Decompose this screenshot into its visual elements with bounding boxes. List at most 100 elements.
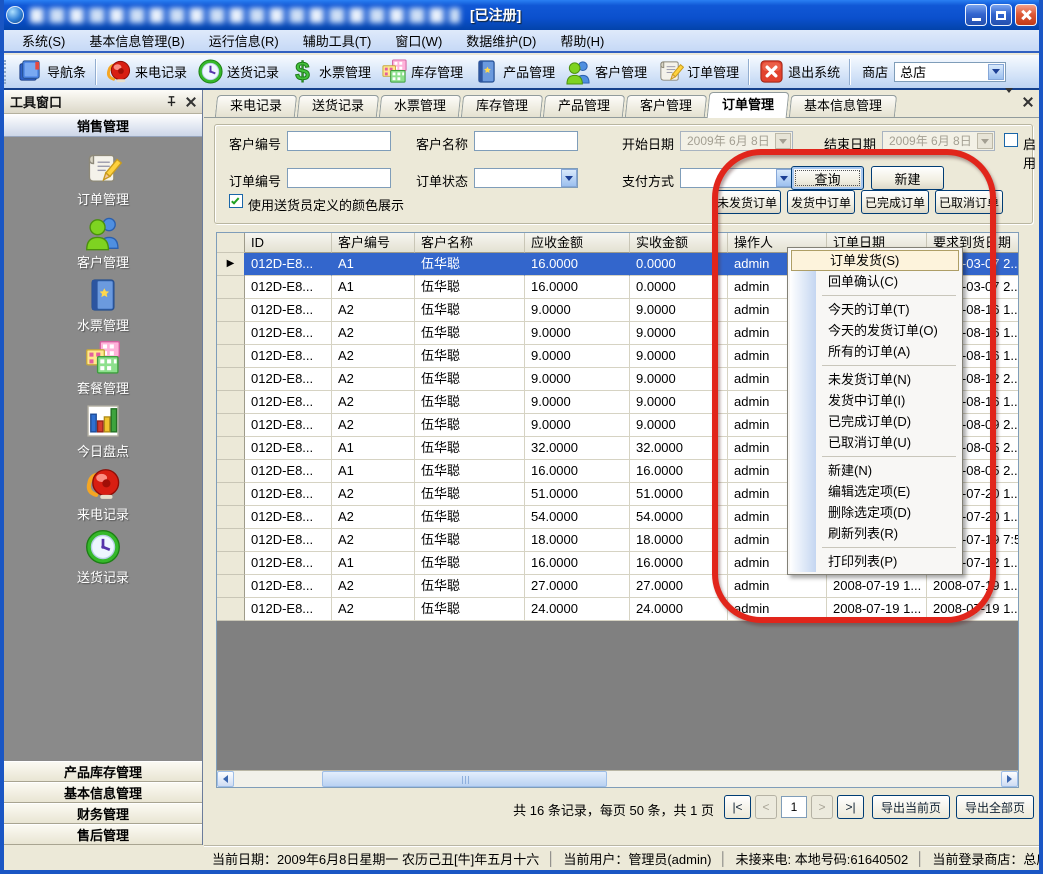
row-selector-cell[interactable] bbox=[217, 483, 245, 506]
context-menu-item[interactable]: 订单发货(S) bbox=[791, 250, 959, 271]
row-selector-cell[interactable] bbox=[217, 276, 245, 299]
tab-item[interactable]: 产品管理 bbox=[543, 95, 625, 117]
row-selector-cell[interactable] bbox=[217, 575, 245, 598]
scrollbar-thumb[interactable] bbox=[322, 771, 607, 787]
context-menu-item[interactable]: 发货中订单(I) bbox=[790, 390, 960, 411]
row-selector-cell[interactable] bbox=[217, 529, 245, 552]
sidebar-section-bar[interactable]: 基本信息管理 bbox=[4, 782, 202, 803]
end-date-dropdown-icon[interactable] bbox=[977, 133, 993, 149]
table-row[interactable]: 012D-E8...A2伍华聪27.000027.0000admin2008-0… bbox=[217, 575, 1018, 598]
row-selector-cell[interactable] bbox=[217, 368, 245, 391]
toolbar-button[interactable]: 退出系统 bbox=[753, 56, 845, 87]
menu-item[interactable]: 窗口(W) bbox=[383, 29, 454, 52]
row-selector-cell[interactable] bbox=[217, 460, 245, 483]
query-button[interactable]: 查询 bbox=[791, 166, 864, 190]
column-header[interactable]: ID bbox=[245, 233, 332, 253]
end-date-picker[interactable]: 2009年 6月 8日 bbox=[882, 131, 995, 151]
toolbar-button[interactable]: 客户管理 bbox=[560, 56, 652, 87]
row-selector-cell[interactable] bbox=[217, 299, 245, 322]
row-selector-cell[interactable] bbox=[217, 322, 245, 345]
column-header[interactable]: 客户名称 bbox=[415, 233, 525, 253]
payment-dropdown-icon[interactable] bbox=[776, 169, 792, 187]
toolbar-button[interactable]: 订单管理 bbox=[652, 56, 744, 87]
tab-item[interactable]: 基本信息管理 bbox=[789, 95, 897, 117]
context-menu-item[interactable]: 回单确认(C) bbox=[790, 271, 960, 292]
close-button[interactable] bbox=[1015, 4, 1037, 26]
scroll-right-button[interactable] bbox=[1001, 771, 1018, 787]
toolbar-button[interactable]: 送货记录 bbox=[192, 56, 284, 87]
toolbar-button[interactable]: 产品管理 bbox=[468, 56, 560, 87]
sidebar-item[interactable]: 送货记录 bbox=[28, 525, 178, 588]
first-page-button[interactable]: |< bbox=[724, 795, 751, 819]
context-menu-item[interactable]: 编辑选定项(E) bbox=[790, 481, 960, 502]
sidebar-item[interactable]: 今日盘点 bbox=[28, 399, 178, 462]
row-selector-cell[interactable] bbox=[217, 414, 245, 437]
context-menu-item[interactable]: 新建(N) bbox=[790, 460, 960, 481]
horizontal-scrollbar[interactable] bbox=[217, 770, 1018, 787]
export-all-button[interactable]: 导出全部页 bbox=[956, 795, 1034, 819]
customer-no-input[interactable] bbox=[287, 131, 391, 151]
table-row[interactable]: 012D-E8...A2伍华聪24.000024.0000admin2008-0… bbox=[217, 598, 1018, 621]
toolbar-button[interactable]: 来电记录 bbox=[100, 56, 192, 87]
start-date-dropdown-icon[interactable] bbox=[775, 133, 791, 149]
row-selector-cell[interactable] bbox=[217, 552, 245, 575]
context-menu-item[interactable]: 所有的订单(A) bbox=[790, 341, 960, 362]
order-no-input[interactable] bbox=[287, 168, 391, 188]
tab-close-icon[interactable] bbox=[1023, 97, 1033, 107]
row-selector-cell[interactable] bbox=[217, 391, 245, 414]
sidebar-close-icon[interactable] bbox=[186, 97, 196, 107]
row-selector-cell[interactable] bbox=[217, 437, 245, 460]
menu-item[interactable]: 数据维护(D) bbox=[454, 29, 548, 52]
tab-item[interactable]: 订单管理 bbox=[707, 92, 790, 118]
prev-page-button[interactable]: < bbox=[755, 795, 777, 819]
tab-item[interactable]: 客户管理 bbox=[625, 95, 707, 117]
order-status-dropdown-icon[interactable] bbox=[561, 169, 577, 187]
row-selector-cell[interactable]: ▶ bbox=[217, 253, 245, 276]
column-header[interactable]: 实收金额 bbox=[630, 233, 728, 253]
payment-select[interactable] bbox=[680, 168, 793, 188]
order-status-filter-button[interactable]: 已完成订单 bbox=[861, 190, 929, 214]
color-display-checkbox[interactable] bbox=[229, 194, 243, 208]
row-selector-cell[interactable] bbox=[217, 598, 245, 621]
context-menu-item[interactable]: 刷新列表(R) bbox=[790, 523, 960, 544]
tab-item[interactable]: 库存管理 bbox=[461, 95, 543, 117]
toolbar-button[interactable]: 导航条 bbox=[12, 56, 91, 87]
customer-name-input[interactable] bbox=[474, 131, 578, 151]
shop-dropdown-icon[interactable] bbox=[988, 64, 1004, 80]
minimize-button[interactable] bbox=[965, 4, 987, 26]
toolbar-button[interactable]: $水票管理 bbox=[284, 56, 376, 87]
next-page-button[interactable]: > bbox=[811, 795, 833, 819]
sidebar-item[interactable]: 套餐管理 bbox=[28, 336, 178, 399]
pin-icon[interactable] bbox=[165, 95, 178, 108]
context-menu-item[interactable]: 已完成订单(D) bbox=[790, 411, 960, 432]
new-button[interactable]: 新建 bbox=[871, 166, 944, 190]
tab-item[interactable]: 水票管理 bbox=[379, 95, 461, 117]
sidebar-section-bar[interactable]: 财务管理 bbox=[4, 803, 202, 824]
context-menu-item[interactable]: 未发货订单(N) bbox=[790, 369, 960, 390]
sidebar-section-sales[interactable]: 销售管理 bbox=[4, 114, 202, 137]
sidebar-item[interactable]: 来电记录 bbox=[28, 462, 178, 525]
enable-checkbox[interactable] bbox=[1004, 133, 1018, 147]
row-selector-cell[interactable] bbox=[217, 506, 245, 529]
menu-item[interactable]: 运行信息(R) bbox=[197, 29, 291, 52]
context-menu-item[interactable]: 删除选定项(D) bbox=[790, 502, 960, 523]
order-status-filter-button[interactable]: 发货中订单 bbox=[787, 190, 855, 214]
menu-item[interactable]: 系统(S) bbox=[10, 29, 77, 52]
order-status-select[interactable] bbox=[474, 168, 578, 188]
sidebar-section-bar[interactable]: 售后管理 bbox=[4, 824, 202, 845]
export-current-button[interactable]: 导出当前页 bbox=[872, 795, 950, 819]
menu-item[interactable]: 帮助(H) bbox=[548, 29, 616, 52]
order-status-filter-button[interactable]: 未发货订单 bbox=[713, 190, 781, 214]
toolbar-button[interactable]: 库存管理 bbox=[376, 56, 468, 87]
column-header[interactable]: 应收金额 bbox=[525, 233, 630, 253]
context-menu-item[interactable]: 今天的发货订单(O) bbox=[790, 320, 960, 341]
shop-select[interactable]: 总店 bbox=[894, 62, 1006, 82]
tab-list-dropdown-icon[interactable] bbox=[1005, 93, 1013, 111]
menu-item[interactable]: 辅助工具(T) bbox=[291, 29, 384, 52]
menu-item[interactable]: 基本信息管理(B) bbox=[77, 29, 196, 52]
sidebar-section-bar[interactable]: 产品库存管理 bbox=[4, 761, 202, 782]
context-menu-item[interactable]: 今天的订单(T) bbox=[790, 299, 960, 320]
column-header[interactable]: 客户编号 bbox=[332, 233, 415, 253]
sidebar-item[interactable]: 客户管理 bbox=[28, 210, 178, 273]
start-date-picker[interactable]: 2009年 6月 8日 bbox=[680, 131, 793, 151]
